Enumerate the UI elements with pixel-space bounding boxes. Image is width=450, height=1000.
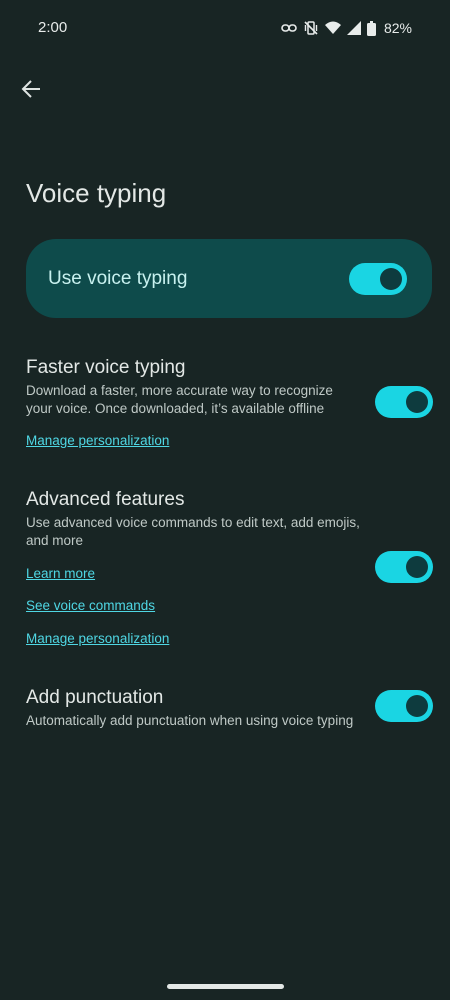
advanced-features-description: Use advanced voice commands to edit text… xyxy=(26,515,360,548)
faster-voice-typing-toggle[interactable] xyxy=(375,386,433,418)
status-bar: 2:00 82% xyxy=(0,0,450,56)
home-indicator[interactable] xyxy=(167,984,284,989)
wifi-icon xyxy=(324,21,341,35)
use-voice-typing-card[interactable]: Use voice typing xyxy=(26,239,432,318)
toggle-knob xyxy=(406,391,428,413)
use-voice-typing-toggle[interactable] xyxy=(349,263,407,295)
toggle-knob xyxy=(406,695,428,717)
advanced-features-toggle[interactable] xyxy=(375,551,433,583)
toggle-knob xyxy=(380,268,402,290)
add-punctuation-toggle[interactable] xyxy=(375,690,433,722)
faster-voice-typing-description: Download a faster, more accurate way to … xyxy=(26,383,333,416)
link-icon xyxy=(281,22,297,34)
page-title: Voice typing xyxy=(26,178,167,208)
use-voice-typing-label: Use voice typing xyxy=(48,268,188,289)
vibrate-off-icon xyxy=(303,20,319,36)
toggle-knob xyxy=(406,556,428,578)
battery-percent: 82% xyxy=(383,20,412,36)
see-voice-commands-link[interactable]: See voice commands xyxy=(26,598,155,613)
battery-icon xyxy=(366,20,376,36)
faster-voice-typing-title: Faster voice typing xyxy=(26,357,186,378)
back-button[interactable] xyxy=(14,74,48,108)
add-punctuation-description: Automatically add punctuation when using… xyxy=(26,713,354,728)
status-time: 2:00 xyxy=(38,19,68,36)
arrow-left-icon xyxy=(21,79,41,103)
add-punctuation-title: Add punctuation xyxy=(26,687,164,708)
signal-icon xyxy=(346,21,361,35)
advanced-features-title: Advanced features xyxy=(26,489,185,510)
learn-more-link[interactable]: Learn more xyxy=(26,566,95,581)
faster-manage-personalization-link[interactable]: Manage personalization xyxy=(26,433,169,448)
advanced-manage-personalization-link[interactable]: Manage personalization xyxy=(26,631,169,646)
status-icons: 82% xyxy=(281,19,412,37)
